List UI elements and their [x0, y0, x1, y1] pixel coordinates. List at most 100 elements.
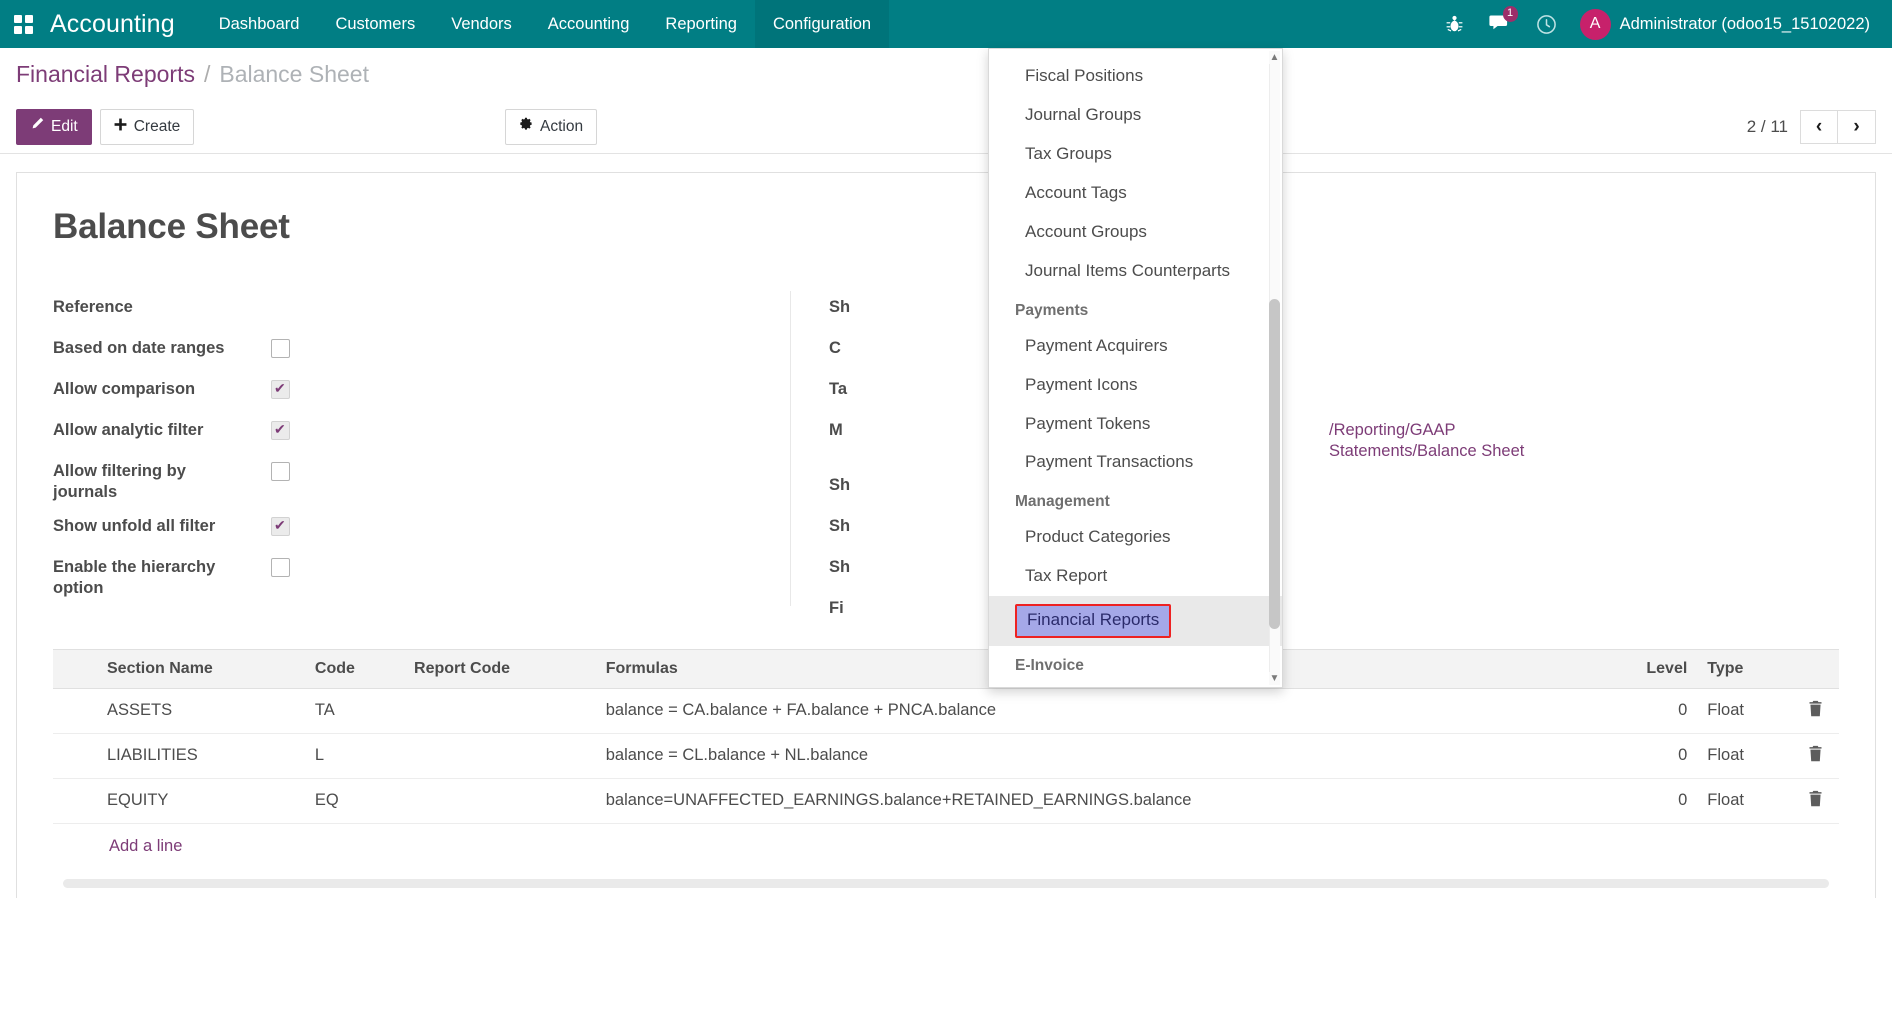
- messages-icon[interactable]: 1: [1478, 0, 1524, 48]
- checkbox-enable-hierarchy-option[interactable]: [271, 558, 290, 577]
- horizontal-scrollbar[interactable]: [63, 879, 1829, 888]
- menu-item-payment-acquirers[interactable]: Payment Acquirers: [989, 327, 1282, 366]
- plus-icon: [114, 118, 127, 136]
- field-label: Allow filtering by journals: [53, 461, 253, 504]
- row-handle[interactable]: [53, 688, 97, 733]
- checkbox-allow-analytic-filter[interactable]: [271, 421, 290, 440]
- field-label: Enable the hierarchy option: [53, 557, 253, 600]
- caret-up-icon[interactable]: ▲: [1269, 51, 1280, 64]
- menu-section-e-invoice: E-Invoice: [989, 646, 1282, 682]
- cell-code[interactable]: TA: [305, 688, 404, 733]
- record-buttons: Edit Create: [16, 109, 194, 145]
- breadcrumb-parent[interactable]: Financial Reports: [16, 61, 195, 88]
- menu-item-account-groups[interactable]: Account Groups: [989, 213, 1282, 252]
- nav-item-customers[interactable]: Customers: [317, 0, 433, 48]
- cell-section-name[interactable]: ASSETS: [97, 688, 305, 733]
- field-reference: Reference: [53, 291, 791, 332]
- cell-level[interactable]: 0: [1597, 778, 1698, 823]
- edit-button[interactable]: Edit: [16, 109, 92, 145]
- table-row[interactable]: LIABILITIES L balance = CL.balance + NL.…: [53, 733, 1839, 778]
- menu-item-journal-items-counterparts[interactable]: Journal Items Counterparts: [989, 252, 1282, 291]
- breadcrumb: Financial Reports / Balance Sheet: [0, 48, 1892, 100]
- cell-section-name[interactable]: EQUITY: [97, 778, 305, 823]
- main-nav: Dashboard Customers Vendors Accounting R…: [201, 0, 889, 48]
- checkbox-based-on-date-ranges[interactable]: [271, 339, 290, 358]
- checkbox-show-unfold-all-filter[interactable]: [271, 517, 290, 536]
- cell-level[interactable]: 0: [1597, 688, 1698, 733]
- pager-count: 2 / 11: [1747, 117, 1788, 137]
- column-code[interactable]: Code: [305, 649, 404, 688]
- nav-item-reporting[interactable]: Reporting: [647, 0, 755, 48]
- menu-item-e-invoice-services[interactable]: E-Invoice Services: [989, 682, 1282, 687]
- avatar[interactable]: A: [1580, 9, 1611, 40]
- nav-item-vendors[interactable]: Vendors: [433, 0, 530, 48]
- menu-item-payment-transactions[interactable]: Payment Transactions: [989, 443, 1282, 482]
- dropdown-scrollbar-thumb[interactable]: [1269, 299, 1280, 629]
- chevron-left-icon[interactable]: ‹: [1800, 110, 1838, 144]
- cell-code[interactable]: EQ: [305, 778, 404, 823]
- nav-item-accounting[interactable]: Accounting: [530, 0, 648, 48]
- action-button[interactable]: Action: [505, 109, 597, 145]
- column-report-code[interactable]: Report Code: [404, 649, 596, 688]
- app-brand[interactable]: Accounting: [46, 10, 201, 39]
- bug-icon[interactable]: [1432, 0, 1478, 48]
- cell-type[interactable]: Float: [1697, 733, 1791, 778]
- menu-item-product-categories[interactable]: Product Categories: [989, 518, 1282, 557]
- column-level[interactable]: Level: [1597, 649, 1698, 688]
- cell-level[interactable]: 0: [1597, 733, 1698, 778]
- cell-formulas[interactable]: balance = CA.balance + FA.balance + PNCA…: [596, 688, 1597, 733]
- menu-section-payments: Payments: [989, 291, 1282, 327]
- table-row[interactable]: ASSETS TA balance = CA.balance + FA.bala…: [53, 688, 1839, 733]
- menu-item-tax-report[interactable]: Tax Report: [989, 557, 1282, 596]
- column-actions: [1791, 649, 1839, 688]
- caret-down-icon[interactable]: ▼: [1269, 672, 1280, 685]
- menu-item-tax-groups[interactable]: Tax Groups: [989, 135, 1282, 174]
- menu-item-payment-icons[interactable]: Payment Icons: [989, 366, 1282, 405]
- cell-type[interactable]: Float: [1697, 688, 1791, 733]
- create-button-label: Create: [134, 118, 181, 136]
- menu-item-journal-groups[interactable]: Journal Groups: [989, 96, 1282, 135]
- menu-item-account-tags[interactable]: Account Tags: [989, 174, 1282, 213]
- nav-item-configuration[interactable]: Configuration: [755, 0, 889, 48]
- username-label[interactable]: Administrator (odoo15_15102022): [1620, 15, 1874, 34]
- field-allow-analytic-filter: Allow analytic filter: [53, 414, 791, 455]
- edit-button-label: Edit: [51, 118, 78, 136]
- table-row[interactable]: EQUITY EQ balance=UNAFFECTED_EARNINGS.ba…: [53, 778, 1839, 823]
- cell-type[interactable]: Float: [1697, 778, 1791, 823]
- menu-item-financial-reports[interactable]: Financial Reports: [989, 596, 1282, 646]
- trash-icon[interactable]: [1791, 688, 1839, 733]
- field-label: Based on date ranges: [53, 338, 253, 359]
- cell-report-code[interactable]: [404, 688, 596, 733]
- checkbox-allow-filtering-by-journals[interactable]: [271, 462, 290, 481]
- menu-item-payment-tokens[interactable]: Payment Tokens: [989, 405, 1282, 444]
- form-sheet: Balance Sheet Reference Based on date ra…: [16, 172, 1876, 898]
- cell-report-code[interactable]: [404, 733, 596, 778]
- nav-item-dashboard[interactable]: Dashboard: [201, 0, 318, 48]
- row-handle[interactable]: [53, 733, 97, 778]
- add-a-line-button[interactable]: Add a line: [53, 824, 1839, 869]
- create-button[interactable]: Create: [100, 109, 195, 145]
- cell-code[interactable]: L: [305, 733, 404, 778]
- clock-icon[interactable]: [1524, 0, 1570, 48]
- cell-formulas[interactable]: balance=UNAFFECTED_EARNINGS.balance+RETA…: [596, 778, 1597, 823]
- cell-formulas[interactable]: balance = CL.balance + NL.balance: [596, 733, 1597, 778]
- apps-grid-icon[interactable]: [0, 0, 46, 48]
- messages-badge: 1: [1503, 6, 1518, 22]
- field-show-unfold-all-filter: Show unfold all filter: [53, 510, 791, 551]
- dropdown-scroll-content: Fiscal Positions Journal Groups Tax Grou…: [989, 49, 1282, 687]
- cell-section-name[interactable]: LIABILITIES: [97, 733, 305, 778]
- column-type[interactable]: Type: [1697, 649, 1791, 688]
- chevron-right-icon[interactable]: ›: [1838, 110, 1876, 144]
- form-left-column: Reference Based on date ranges Allow com…: [53, 291, 791, 633]
- trash-icon[interactable]: [1791, 733, 1839, 778]
- gear-icon: [519, 117, 533, 136]
- action-wrapper: Action: [505, 109, 597, 145]
- trash-icon[interactable]: [1791, 778, 1839, 823]
- cell-report-code[interactable]: [404, 778, 596, 823]
- menu-item-fiscal-positions[interactable]: Fiscal Positions: [989, 57, 1282, 96]
- column-section-name[interactable]: Section Name: [97, 649, 305, 688]
- field-label: Show unfold all filter: [53, 516, 253, 537]
- row-handle[interactable]: [53, 778, 97, 823]
- checkbox-allow-comparison[interactable]: [271, 380, 290, 399]
- control-bar: Edit Create Action 2 / 11 ‹ ›: [0, 100, 1892, 154]
